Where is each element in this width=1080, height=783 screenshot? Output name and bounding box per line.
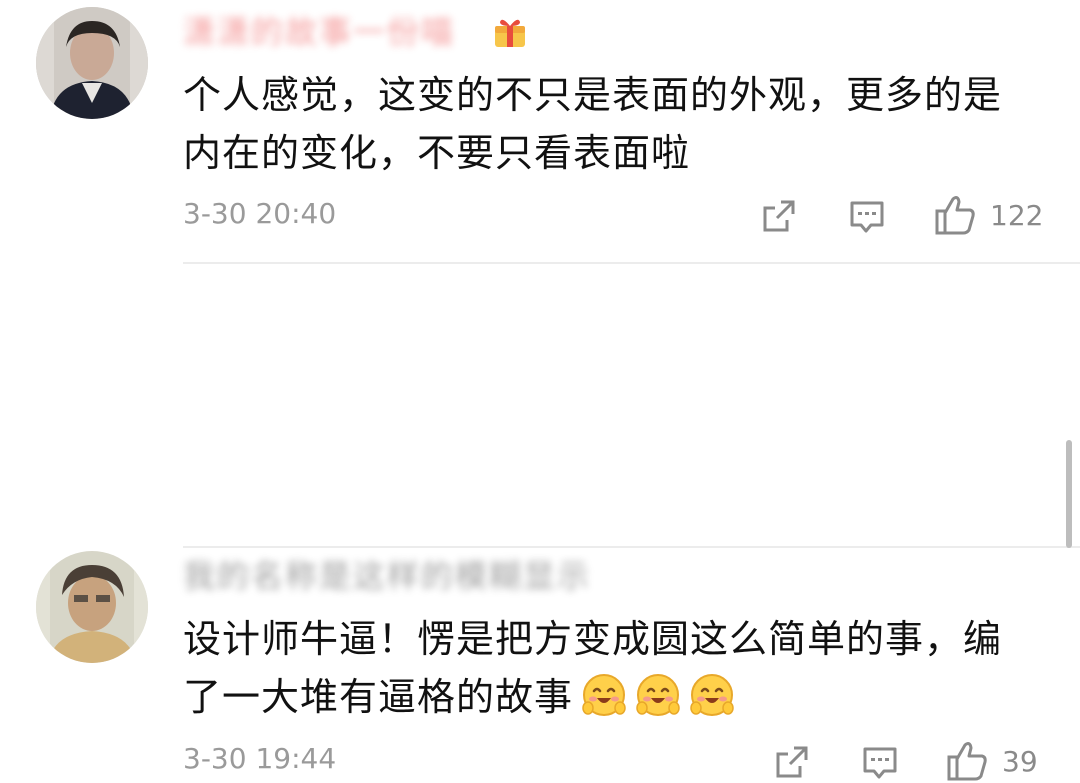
- share-button[interactable]: [759, 196, 799, 236]
- username[interactable]: 我的名称是这样的模糊显示: [183, 554, 593, 598]
- smiling-face-emoji: [582, 674, 626, 716]
- comment-text: 设计师牛逼！愣是把方变成圆这么简单的事，编 了一大堆有逼格的故事: [183, 617, 1003, 719]
- comment-item: 我的名称是这样的模糊显示 设计师牛逼！愣是把方变成圆这么简单的事，编 了一大堆有…: [0, 264, 1080, 781]
- avatar[interactable]: [36, 551, 148, 663]
- comment-text: 个人感觉，这变的不只是表面的外观，更多的是 内在的变化，不要只看表面啦: [183, 73, 1003, 175]
- gift-badge-icon: [495, 19, 525, 47]
- scrollbar[interactable]: [1066, 440, 1072, 548]
- comment-icon: [863, 747, 897, 779]
- thumbs-up-icon: [935, 196, 975, 235]
- timestamp: 3-30 20:40: [183, 197, 337, 230]
- avatar[interactable]: [36, 7, 148, 119]
- share-button[interactable]: [772, 742, 812, 782]
- like-button[interactable]: 39: [946, 739, 1038, 783]
- smiling-face-emoji: [636, 674, 680, 716]
- divider: [183, 546, 1080, 548]
- like-count: 122: [990, 198, 1044, 232]
- share-icon: [776, 746, 808, 778]
- smiling-face-emoji: [690, 674, 734, 716]
- reply-button[interactable]: [847, 196, 887, 236]
- reply-button[interactable]: [860, 742, 900, 782]
- timestamp: 3-30 19:44: [183, 742, 337, 775]
- comment-item: 潇潇的故事一份喵 个人感觉，这变的不只是表面的外观，更多的是 内在的变化，不要只…: [0, 0, 1080, 262]
- username[interactable]: 潇潇的故事一份喵: [183, 10, 483, 54]
- thumbs-up-icon: [947, 742, 987, 781]
- comment-icon: [850, 201, 884, 233]
- like-count: 39: [1002, 744, 1038, 778]
- like-button[interactable]: 122: [934, 193, 1043, 237]
- share-icon: [763, 200, 795, 232]
